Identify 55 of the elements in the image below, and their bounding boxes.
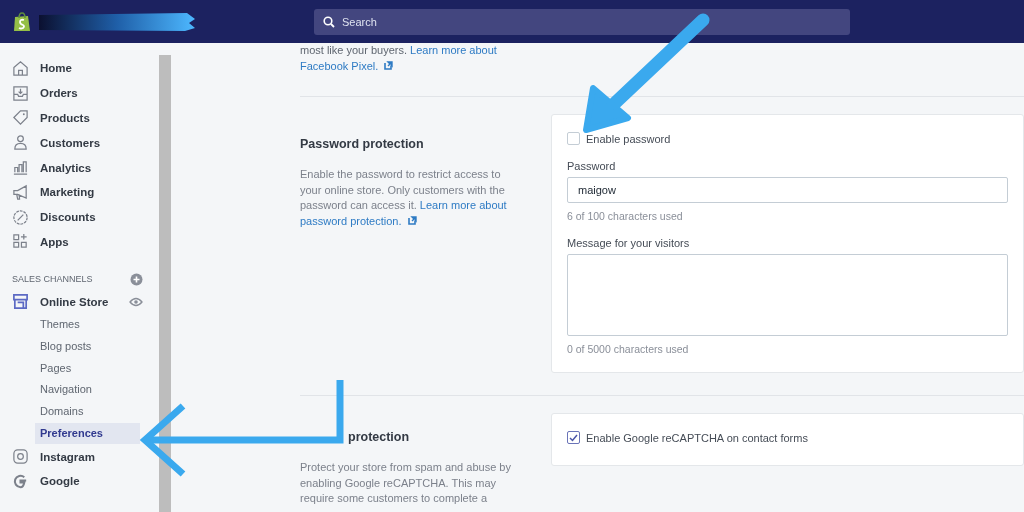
camera-icon	[12, 448, 29, 466]
apps-icon	[12, 233, 29, 251]
help-text: 6 of 100 characters used	[567, 210, 684, 222]
home-icon	[12, 59, 29, 77]
external-link-icon[interactable]	[407, 215, 417, 225]
search-field[interactable]: Search	[314, 8, 850, 35]
checkbox[interactable]	[567, 431, 580, 444]
discount-icon	[12, 208, 29, 226]
person-icon	[12, 134, 29, 152]
inbox-icon	[12, 84, 29, 102]
nav-item[interactable]: Orders	[12, 80, 160, 106]
section-heading: Password protection	[300, 137, 425, 151]
section-heading: SALES CHANNELS	[12, 274, 93, 285]
field-label: Message for your visitors	[567, 237, 691, 249]
megaphone-icon	[12, 183, 29, 201]
description-text: most like your buyers. Learn more about Facebook Pixel.	[300, 43, 498, 74]
nav-item[interactable]: Analytics	[12, 155, 160, 180]
nav-item[interactable]: Home	[12, 56, 160, 81]
search-icon	[323, 15, 335, 28]
add-icon[interactable]	[130, 272, 144, 286]
subnav-item[interactable]: Domains	[35, 400, 140, 423]
nav-item[interactable]: Marketing	[12, 180, 160, 205]
subnav-item[interactable]: Pages	[35, 357, 140, 380]
password-field[interactable]: maigow	[567, 177, 1008, 203]
checkbox-label: Enable Google reCAPTCHA on contact forms	[586, 431, 808, 444]
nav-item[interactable]: Apps	[12, 229, 160, 255]
nav-item[interactable]: Google	[12, 469, 80, 494]
section-heading: protection	[347, 430, 411, 444]
g-icon	[12, 473, 29, 490]
subnav-item[interactable]: Navigation	[35, 379, 140, 401]
field-label: Password	[567, 160, 617, 172]
nav-item[interactable]: Customers	[12, 130, 160, 156]
subnav-item[interactable]: Themes	[35, 314, 140, 336]
link[interactable]: password protection.	[300, 214, 402, 227]
description-text: Enable the password to restrict access to your online store. Only customers with the password can access it. Learn more about password protection.	[300, 167, 508, 229]
link[interactable]: Learn more about	[410, 44, 497, 56]
link[interactable]: Learn more about	[419, 199, 507, 211]
bar-chart-icon	[12, 159, 29, 177]
help-text: 0 of 5000 characters used	[567, 343, 690, 355]
subnav-item[interactable]: Preferences	[35, 422, 140, 445]
nav-item[interactable]: Products	[12, 105, 160, 131]
checkbox[interactable]	[567, 132, 580, 145]
message-field[interactable]	[567, 254, 1008, 336]
nav-item[interactable]: Discounts	[12, 204, 160, 230]
shopping-bag-icon[interactable]	[13, 11, 31, 32]
link[interactable]: Facebook Pixel.	[300, 59, 379, 72]
nav-item[interactable]: Instagram	[12, 444, 95, 470]
tag-icon	[12, 109, 29, 127]
subnav-item[interactable]: Blog posts	[35, 335, 140, 358]
checkbox-label: Enable password	[586, 132, 671, 145]
eye-icon[interactable]	[129, 296, 144, 307]
storefront-icon	[12, 293, 29, 311]
description-text: Protect your store from spam and abuse by enabling Google reCAPTCHA. This may require some customers to complete a	[300, 460, 512, 506]
external-link-icon[interactable]	[384, 60, 394, 70]
nav-item[interactable]: Online Store	[12, 289, 109, 315]
